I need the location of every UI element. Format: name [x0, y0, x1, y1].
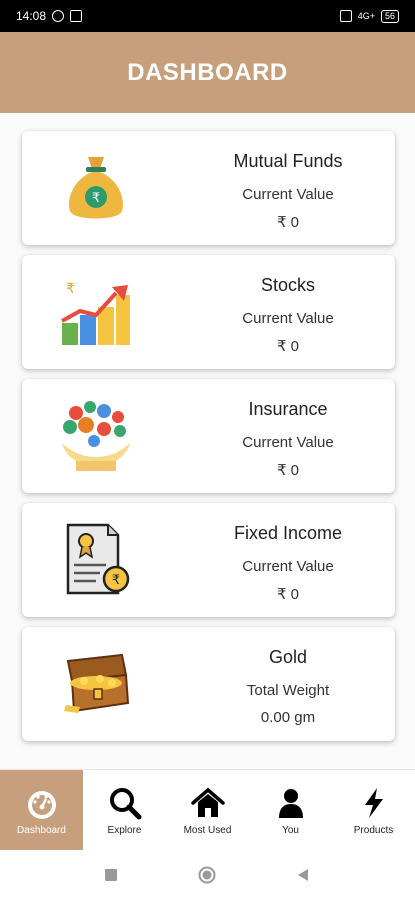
- user-icon: [278, 788, 303, 818]
- svg-text:₹: ₹: [92, 191, 100, 206]
- nav-dashboard[interactable]: Dashboard: [0, 770, 83, 851]
- card-subtitle: Total Weight: [246, 682, 330, 699]
- card-title: Gold: [268, 647, 308, 667]
- recent-apps-icon[interactable]: [104, 868, 118, 882]
- battery-icon: 56: [380, 9, 399, 23]
- svg-text:₹: ₹: [66, 281, 75, 297]
- sim-icon: [339, 10, 352, 22]
- card-stocks[interactable]: ₹ Stocks Current Value ₹ 0: [22, 255, 395, 369]
- nav-explore[interactable]: Explore: [83, 770, 166, 851]
- card-value: 0.00 gm: [260, 709, 316, 726]
- bottom-nav: Dashboard Explore Most Used You Products: [0, 769, 415, 851]
- card-fixed-income[interactable]: ₹ Fixed Income Current Value ₹ 0: [22, 503, 395, 617]
- home-button-icon[interactable]: [198, 866, 216, 884]
- card-title: Mutual Funds: [233, 151, 343, 171]
- nav-most-used[interactable]: Most Used: [166, 770, 249, 851]
- card-value: ₹ 0: [276, 214, 300, 231]
- nav-label: Products: [353, 824, 394, 836]
- back-icon[interactable]: [296, 868, 310, 882]
- card-title: Stocks: [260, 275, 316, 295]
- dashboard-content: ₹ Mutual Funds Current Value ₹ 0 ₹ Stock…: [0, 113, 415, 769]
- card-subtitle: Current Value: [242, 558, 334, 575]
- nav-products[interactable]: Products: [332, 770, 415, 851]
- nav-you[interactable]: You: [249, 770, 332, 851]
- status-time: 14:08: [16, 9, 47, 23]
- card-title: Insurance: [248, 399, 328, 419]
- notification-icon: [70, 10, 83, 22]
- certificate-icon: ₹: [56, 521, 136, 597]
- alarm-icon: [52, 10, 65, 22]
- card-mutual-funds[interactable]: ₹ Mutual Funds Current Value ₹ 0: [22, 131, 395, 245]
- card-subtitle: Current Value: [242, 434, 334, 451]
- lightning-icon: [364, 787, 383, 818]
- home-icon: [190, 787, 225, 817]
- status-bar: 14:08 4G+ 56: [0, 0, 415, 32]
- card-value: ₹ 0: [276, 586, 300, 603]
- card-subtitle: Current Value: [242, 186, 334, 203]
- nav-label: Explore: [107, 824, 142, 836]
- treasure-chest-icon: [56, 645, 136, 721]
- card-value: ₹ 0: [276, 462, 300, 479]
- insurance-hands-icon: [56, 397, 136, 473]
- signal-icon: 4G+: [357, 11, 375, 21]
- nav-label: Dashboard: [17, 824, 66, 836]
- app-bar: DASHBOARD: [0, 32, 415, 113]
- page-title: DASHBOARD: [127, 58, 288, 86]
- system-nav-bar: [0, 850, 415, 900]
- card-subtitle: Current Value: [242, 310, 334, 327]
- card-insurance[interactable]: Insurance Current Value ₹ 0: [22, 379, 395, 493]
- money-bag-icon: ₹: [56, 149, 136, 225]
- card-gold[interactable]: Gold Total Weight 0.00 gm: [22, 627, 395, 741]
- nav-label: You: [282, 824, 299, 836]
- growth-chart-icon: ₹: [56, 273, 136, 349]
- search-icon: [109, 787, 141, 819]
- nav-label: Most Used: [183, 824, 232, 836]
- speedometer-icon: [27, 790, 56, 819]
- card-value: ₹ 0: [276, 338, 300, 355]
- svg-text:₹: ₹: [112, 573, 120, 588]
- card-title: Fixed Income: [233, 523, 343, 543]
